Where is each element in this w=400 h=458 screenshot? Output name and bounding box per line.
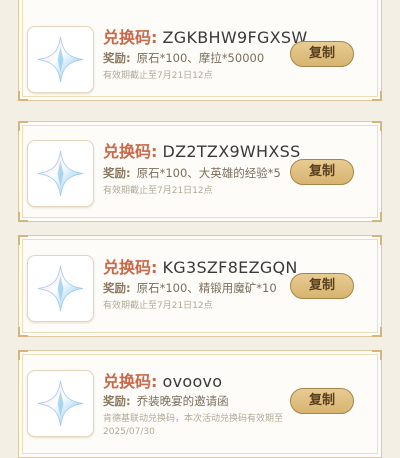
primogem-icon (27, 140, 94, 207)
corner-ornament (18, 327, 28, 337)
reward-label: 奖励: (103, 51, 131, 65)
reward-value: 原石*100、精锻用魔矿*10 (136, 281, 277, 295)
reward-label: 奖励: (103, 394, 131, 408)
corner-ornament (372, 235, 382, 245)
corner-ornament (18, 91, 28, 101)
code-line: 兑换码: DZ2TZX9WHXSS (103, 142, 301, 162)
corner-ornament (18, 350, 28, 360)
expiry-text: 有效期截止至7月21日12点 (103, 301, 213, 311)
reward-value: 原石*100、摩拉*50000 (136, 51, 265, 65)
corner-ornament (372, 212, 382, 222)
code-line: 兑换码: ZGKBHW9FGXSW (103, 28, 308, 48)
copy-button[interactable]: 复制 (290, 388, 354, 414)
copy-button[interactable]: 复制 (290, 41, 354, 67)
primogem-icon (27, 370, 94, 437)
expiry-text: 有效期截止至7月21日12点 (103, 71, 213, 81)
expiry-text: 有效期截止至7月21日12点 (103, 186, 213, 196)
code-line: 兑换码: ovoovo (103, 372, 222, 392)
reward-line: 奖励: 乔装晚宴的邀请函 (103, 393, 229, 409)
code-line: 兑换码: KG3SZF8EZGQN (103, 258, 298, 278)
copy-button[interactable]: 复制 (290, 273, 354, 299)
corner-ornament (372, 121, 382, 131)
primogem-icon (27, 255, 94, 322)
primogem-icon (27, 26, 94, 93)
expiry-text: 肯德基联动兑换码，本次活动兑换码有效期至2025/07/30 (103, 414, 284, 437)
corner-ornament (372, 91, 382, 101)
corner-ornament (18, 235, 28, 245)
corner-ornament (18, 212, 28, 222)
reward-line: 奖励: 原石*100、摩拉*50000 (103, 50, 264, 66)
corner-ornament (372, 327, 382, 337)
redeem-code: ZGKBHW9FGXSW (162, 28, 308, 47)
reward-line: 奖励: 原石*100、精锻用魔矿*10 (103, 280, 277, 296)
reward-value: 原石*100、大英雄的经验*5 (136, 166, 281, 180)
redeem-code: DZ2TZX9WHXSS (162, 142, 301, 161)
reward-line: 奖励: 原石*100、大英雄的经验*5 (103, 165, 281, 181)
reward-label: 奖励: (103, 281, 131, 295)
code-label: 兑换码: (103, 258, 158, 277)
reward-value: 乔装晚宴的邀请函 (136, 394, 229, 408)
code-label: 兑换码: (103, 28, 158, 47)
corner-ornament (372, 350, 382, 360)
copy-button[interactable]: 复制 (290, 159, 354, 185)
reward-label: 奖励: (103, 166, 131, 180)
code-label: 兑换码: (103, 142, 158, 161)
corner-ornament (18, 121, 28, 131)
redeem-code: KG3SZF8EZGQN (162, 258, 298, 277)
redeem-code: ovoovo (162, 372, 223, 391)
code-label: 兑换码: (103, 372, 158, 391)
